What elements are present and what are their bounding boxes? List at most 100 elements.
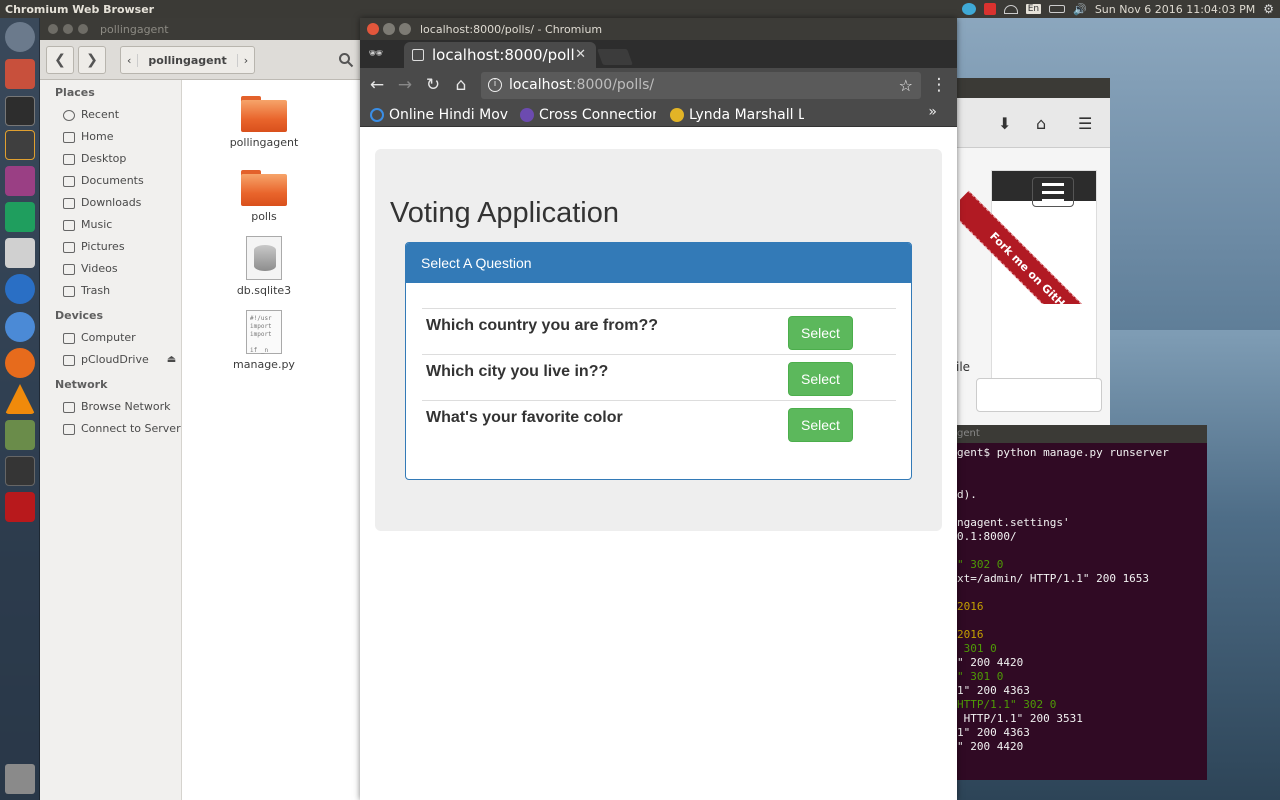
sidebar-item-trash[interactable]: Trash — [40, 280, 181, 302]
chevron-right-icon: ❯ — [86, 52, 98, 68]
sidebar-item-home[interactable]: Home — [40, 126, 181, 148]
minimize-icon[interactable] — [383, 23, 395, 35]
more-bookmarks-icon[interactable]: » — [928, 104, 937, 120]
sidebar-item-pictures[interactable]: Pictures — [40, 236, 181, 258]
wifi-icon[interactable] — [1003, 4, 1018, 14]
terminal-line: xt=/admin/ HTTP/1.1" 200 1653 — [957, 572, 1150, 585]
download-icon — [63, 197, 75, 209]
path-segment-current[interactable]: pollingagent — [137, 53, 238, 67]
forward-button[interactable]: ❯ — [78, 46, 106, 74]
select-question-button[interactable]: Select — [788, 316, 853, 350]
sidebar-item-label: pCloudDrive — [81, 353, 149, 366]
bookmark-star-icon[interactable]: ☆ — [899, 72, 913, 99]
info-icon[interactable]: i — [488, 78, 502, 92]
sidebar-item-music[interactable]: Music — [40, 214, 181, 236]
back-arrow-icon[interactable]: ← — [364, 72, 390, 98]
eject-icon[interactable]: ⏏ — [167, 349, 176, 371]
incognito-icon: 🕶 — [368, 46, 384, 60]
terminal-line: " 200 4420 — [957, 740, 1024, 753]
page-icon — [412, 49, 424, 61]
disks-icon[interactable] — [5, 238, 35, 268]
battery-icon[interactable] — [1049, 5, 1066, 13]
computer-icon — [63, 332, 75, 344]
background-window-toolbar: ⬇ ⌂ ☰ — [956, 98, 1110, 148]
question-table: Which country you are from?? Select Whic… — [422, 308, 896, 446]
camera-icon — [63, 241, 75, 253]
close-icon[interactable] — [367, 23, 379, 35]
pycharm-icon[interactable] — [5, 202, 35, 232]
keyboard-layout-indicator[interactable]: En — [1025, 4, 1042, 14]
filezilla-icon[interactable] — [5, 492, 35, 522]
bookmark-item[interactable]: Lynda Marshall L — [668, 104, 804, 126]
sidebar-item-browse-network[interactable]: Browse Network — [40, 396, 181, 418]
volume-icon[interactable]: 🔊 — [1073, 3, 1087, 16]
file-item-manage-py[interactable]: #!/usr import import if _n manage.py — [204, 310, 324, 371]
forward-arrow-icon[interactable]: → — [392, 72, 418, 98]
file-item-db-sqlite3[interactable]: db.sqlite3 — [204, 236, 324, 297]
address-bar[interactable]: i localhost:8000/polls/ ☆ — [481, 72, 921, 99]
search-icon[interactable] — [338, 52, 354, 68]
bookmark-label: Online Hindi Mov — [389, 107, 508, 123]
reload-icon[interactable]: ↻ — [420, 72, 446, 98]
r-icon[interactable] — [5, 274, 35, 304]
sidebar-item-downloads[interactable]: Downloads — [40, 192, 181, 214]
system-monitor-icon[interactable] — [5, 420, 35, 450]
sidebar-item-videos[interactable]: Videos — [40, 258, 181, 280]
trash-icon[interactable] — [5, 764, 35, 794]
sidebar-item-documents[interactable]: Documents — [40, 170, 181, 192]
sidebar-item-recent[interactable]: Recent — [40, 104, 181, 126]
file-label: polls — [251, 210, 277, 223]
unity-launcher — [0, 18, 40, 800]
new-tab-button[interactable] — [597, 49, 633, 65]
dropbox-icon[interactable] — [961, 3, 976, 15]
terminal-icon[interactable] — [5, 96, 35, 126]
bookmark-item[interactable]: Cross Connection — [518, 104, 656, 126]
sidebar-item-computer[interactable]: Computer — [40, 327, 181, 349]
terminal-output[interactable]: gent$ python manage.py runserver d). nga… — [945, 443, 1207, 754]
sidebar-item-connect-to-server[interactable]: Connect to Server — [40, 418, 181, 440]
settings-gear-icon[interactable]: ⚙ — [1263, 2, 1274, 16]
menu-kebab-icon[interactable]: ⋮ — [926, 72, 952, 98]
select-question-button[interactable]: Select — [788, 362, 853, 396]
vlc-icon[interactable] — [5, 384, 35, 414]
maximize-icon[interactable] — [399, 23, 411, 35]
folder-icon — [241, 96, 287, 132]
home-icon[interactable]: ⌂ — [448, 72, 474, 98]
file-manager-titlebar: pollingagent — [40, 18, 360, 40]
back-button[interactable]: ❮ — [46, 46, 74, 74]
sidebar-item-pclouddrive[interactable]: pCloudDrive ⏏ — [40, 349, 181, 371]
files-icon[interactable] — [5, 59, 35, 89]
select-question-button[interactable]: Select — [788, 408, 853, 442]
tab-polls[interactable]: localhost:8000/poll ✕ — [404, 42, 596, 68]
file-item-pollingagent[interactable]: pollingagent — [204, 96, 324, 149]
terminal-line: 2016 — [957, 628, 984, 641]
devices-header: Devices — [55, 309, 104, 322]
sublime-text-icon[interactable] — [5, 130, 35, 160]
clock[interactable]: Sun Nov 6 2016 11:04:03 PM — [1095, 3, 1255, 16]
software-center-icon[interactable] — [5, 166, 35, 196]
web-page: Voting Application Select A Question Whi… — [360, 129, 957, 800]
path-right-arrow-icon[interactable]: › — [238, 54, 254, 67]
firefox-icon[interactable] — [5, 348, 35, 378]
close-icon[interactable] — [48, 24, 58, 34]
minimize-icon[interactable] — [63, 24, 73, 34]
chromium-icon[interactable] — [5, 312, 35, 342]
sidebar-item-label: Browse Network — [81, 400, 171, 413]
sidebar-item-label: Computer — [81, 331, 136, 344]
home-icon[interactable]: ⌂ — [1036, 116, 1056, 132]
file-item-polls[interactable]: polls — [204, 170, 324, 223]
path-left-arrow-icon[interactable]: ‹ — [121, 54, 137, 67]
menu-icon[interactable]: ☰ — [1078, 116, 1098, 132]
jumbotron: Voting Application Select A Question Whi… — [375, 149, 942, 531]
download-icon[interactable]: ⬇ — [998, 116, 1018, 132]
close-tab-icon[interactable]: ✕ — [575, 42, 586, 68]
background-input-field[interactable] — [976, 378, 1102, 412]
chromium-window: localhost:8000/polls/ - Chromium 🕶 local… — [360, 18, 957, 800]
sidebar-item-desktop[interactable]: Desktop — [40, 148, 181, 170]
github-ribbon[interactable]: Fork me on GitHub — [960, 168, 1096, 304]
maximize-icon[interactable] — [78, 24, 88, 34]
app-indicator-icon[interactable] — [983, 3, 996, 15]
ubuntu-dash-icon[interactable] — [5, 22, 35, 52]
workspace-switcher-icon[interactable] — [5, 456, 35, 486]
bookmark-item[interactable]: Online Hindi Mov — [368, 104, 508, 126]
